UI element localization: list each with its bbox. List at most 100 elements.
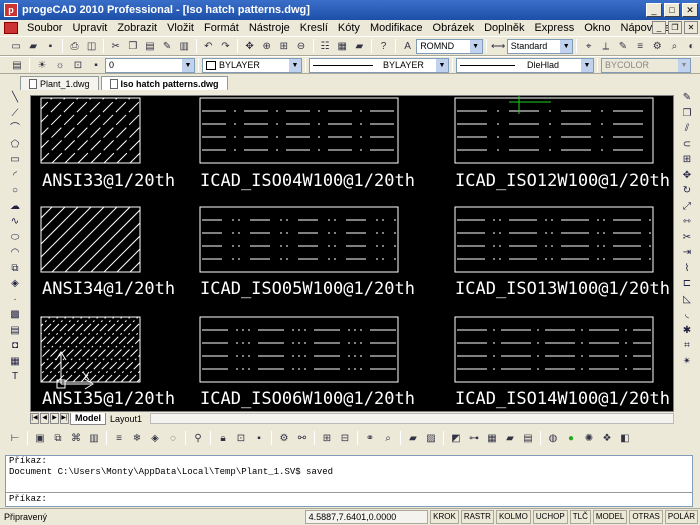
edit-icon[interactable]: ✎ <box>615 38 630 54</box>
model-toggle[interactable]: MODEL <box>592 510 628 524</box>
render-settings-icon[interactable]: ◩ <box>448 430 464 446</box>
explode-icon[interactable]: ✱ <box>679 323 695 339</box>
trim-icon[interactable]: ✂ <box>679 230 695 246</box>
ucs-icon[interactable]: ⟂ <box>598 38 613 54</box>
snap-toggle[interactable]: KROK <box>430 510 459 524</box>
break-icon[interactable]: ⌇ <box>679 261 695 277</box>
otrack-toggle[interactable]: OTRAS <box>629 510 663 524</box>
next-tab-icon[interactable]: ▶ <box>50 413 59 424</box>
menu-modifikace[interactable]: Modifikace <box>365 22 428 34</box>
circle-icon[interactable]: ○ <box>7 183 23 199</box>
command-input[interactable]: Příkaz: <box>6 492 692 506</box>
extend-icon[interactable]: ⇥ <box>679 245 695 261</box>
hatch-label-iso05[interactable]: ICAD_ISO05W100@1/20th <box>200 279 415 299</box>
hatch-frame[interactable] <box>454 97 654 164</box>
menu-okno[interactable]: Okno <box>579 22 615 34</box>
menu-zobrazit[interactable]: Zobrazit <box>112 22 162 34</box>
material-icon[interactable]: ◍ <box>545 430 561 446</box>
point-icon[interactable]: · <box>7 292 23 308</box>
xref-icon[interactable]: ⌘ <box>68 430 84 446</box>
tab-plant-1[interactable]: Plant_1.dwg <box>20 76 99 90</box>
properties-icon[interactable]: ☷ <box>318 38 333 54</box>
zoom-window-icon[interactable]: ⊞ <box>276 38 291 54</box>
menu-vlozit[interactable]: Vložit <box>162 22 199 34</box>
bulb-icon[interactable]: ☀ <box>34 57 50 73</box>
pdf-icon[interactable]: ▥ <box>86 430 102 446</box>
fillet-icon[interactable]: ◟ <box>679 307 695 323</box>
ungroup-icon[interactable]: ⊟ <box>337 430 353 446</box>
layer-manager-icon[interactable]: ≡ <box>633 38 648 54</box>
menu-doplnek[interactable]: Doplněk <box>479 22 529 34</box>
minimize-button[interactable]: _ <box>646 3 662 17</box>
table-icon[interactable]: ▦ <box>7 354 23 370</box>
zoom-previous-icon[interactable]: ⊖ <box>293 38 308 54</box>
text-icon[interactable]: T <box>7 369 23 385</box>
save-icon[interactable]: ▪ <box>43 38 58 54</box>
green-circle-icon[interactable]: ● <box>563 430 579 446</box>
arc-icon[interactable]: ◜ <box>7 168 23 184</box>
hatch-frame[interactable] <box>199 97 399 164</box>
line-icon[interactable]: ╲ <box>7 90 23 106</box>
image-icon[interactable]: ▣ <box>32 430 48 446</box>
polygon-icon[interactable]: ⬠ <box>7 137 23 153</box>
menu-upravit[interactable]: Upravit <box>67 22 112 34</box>
polar-toggle[interactable]: POLÁR <box>664 510 698 524</box>
color-swatch-icon[interactable]: ▪ <box>88 57 104 73</box>
hatch-icon[interactable]: ▩ <box>7 307 23 323</box>
match-properties-icon[interactable]: ✎ <box>160 38 175 54</box>
picture-icon[interactable]: ▦ <box>484 430 500 446</box>
prev-tab-icon[interactable]: ◀ <box>40 413 49 424</box>
rectangle-icon[interactable]: ▭ <box>7 152 23 168</box>
open-folder-icon[interactable]: ▰ <box>26 38 41 54</box>
revision-cloud-icon[interactable]: ☁ <box>7 199 23 215</box>
sun-icon[interactable]: ☼ <box>52 57 68 73</box>
folder-icon[interactable]: ▰ <box>352 38 367 54</box>
array-icon[interactable]: ⊞ <box>679 152 695 168</box>
tab-layout1[interactable]: Layout1 <box>106 413 146 425</box>
hyperlink-icon[interactable]: ⚭ <box>362 430 378 446</box>
toolbox-icon[interactable]: ▰ <box>405 430 421 446</box>
print-preview-icon[interactable]: ◫ <box>84 38 99 54</box>
hatch-label-ansi35[interactable]: ANSI35@1/20th <box>42 389 175 409</box>
block-icon[interactable]: ⚙ <box>276 430 292 446</box>
layer-state-icon[interactable]: ≡ <box>111 430 127 446</box>
layer-off-icon[interactable]: ◌ <box>165 430 181 446</box>
settings-icon[interactable]: ⚙ <box>650 38 665 54</box>
cut-icon[interactable]: ✂ <box>108 38 123 54</box>
text-style-select[interactable]: ROMND ▼ <box>416 38 483 54</box>
edit-polyline-icon[interactable]: ⌗ <box>679 338 695 354</box>
gradient-icon[interactable]: ▤ <box>7 323 23 339</box>
menu-obrazek[interactable]: Obrázek <box>428 22 480 34</box>
layers-icon[interactable]: ▤ <box>9 57 25 73</box>
first-tab-icon[interactable]: |◀ <box>30 413 39 424</box>
copy-object-icon[interactable]: ❐ <box>679 106 695 122</box>
color-select[interactable]: BYLAYER ▼ <box>202 57 302 73</box>
tab-iso-hatch-patterns[interactable]: Iso hatch patterns.dwg <box>100 76 228 90</box>
image-manager-icon[interactable]: ▨ <box>423 430 439 446</box>
folder-open-icon[interactable]: ▰ <box>502 430 518 446</box>
help-icon[interactable]: ? <box>376 38 391 54</box>
undo-icon[interactable]: ↶ <box>201 38 216 54</box>
spline-icon[interactable]: ∿ <box>7 214 23 230</box>
snowflake-icon[interactable]: ❄ <box>129 430 145 446</box>
new-file-icon[interactable]: ▭ <box>9 38 24 54</box>
find-icon[interactable]: ⌕ <box>667 38 682 54</box>
mdi-minimize-button[interactable]: _ <box>652 21 666 34</box>
pin-icon[interactable]: ⚲ <box>190 430 206 446</box>
hatch-label-iso04[interactable]: ICAD_ISO04W100@1/20th <box>200 171 415 191</box>
menu-soubor[interactable]: Soubor <box>22 22 67 34</box>
offset-icon[interactable]: ⊂ <box>679 137 695 153</box>
lock-layer-icon[interactable]: 🔒︎ <box>215 430 231 446</box>
render-icon[interactable]: ◐ <box>684 38 699 54</box>
linetype-select[interactable]: BYLAYER ▼ <box>309 57 449 73</box>
grid-toggle[interactable]: RASTR <box>460 510 494 524</box>
hatch-label-iso14[interactable]: ICAD_ISO14W100@1/20th <box>455 389 670 409</box>
pan-icon[interactable]: ✥ <box>242 38 257 54</box>
scale-icon[interactable]: ⤢ <box>679 199 695 215</box>
ortho-toggle[interactable]: KOLMO <box>495 510 531 524</box>
lineweight-toggle[interactable]: TLČ <box>569 510 591 524</box>
move-icon[interactable]: ✥ <box>679 168 695 184</box>
search-icon[interactable]: ⌕ <box>380 430 396 446</box>
dimension-icon[interactable]: ⊢ <box>7 430 23 446</box>
make-block-icon[interactable]: ◈ <box>7 276 23 292</box>
